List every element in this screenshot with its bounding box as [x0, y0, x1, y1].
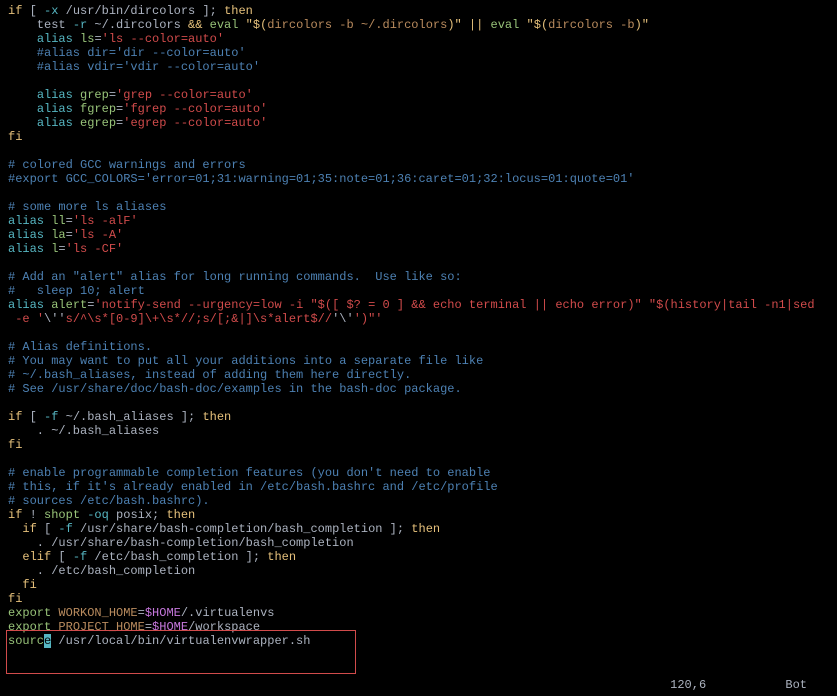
code-line[interactable]: #alias vdir='vdir --color=auto': [8, 60, 829, 74]
code-line[interactable]: # ~/.bash_aliases, instead of adding the…: [8, 368, 829, 382]
code-line[interactable]: if [ -x /usr/bin/dircolors ]; then: [8, 4, 829, 18]
code-line[interactable]: [8, 256, 829, 270]
code-line[interactable]: alias alert='notify-send --urgency=low -…: [8, 298, 829, 312]
code-line[interactable]: alias l='ls -CF': [8, 242, 829, 256]
code-line[interactable]: # this, if it's already enabled in /etc/…: [8, 480, 829, 494]
code-line[interactable]: if [ -f ~/.bash_aliases ]; then: [8, 410, 829, 424]
code-line[interactable]: alias ls='ls --color=auto': [8, 32, 829, 46]
code-line[interactable]: export PROJECT_HOME=$HOME/workspace: [8, 620, 829, 634]
code-line[interactable]: fi: [8, 592, 829, 606]
code-line[interactable]: source /usr/local/bin/virtualenvwrapper.…: [8, 634, 829, 648]
code-line[interactable]: [8, 74, 829, 88]
code-line[interactable]: # You may want to put all your additions…: [8, 354, 829, 368]
code-line[interactable]: alias grep='grep --color=auto': [8, 88, 829, 102]
code-line[interactable]: # sources /etc/bash.bashrc).: [8, 494, 829, 508]
cursor-position: 120,6: [670, 678, 706, 692]
code-line[interactable]: [8, 326, 829, 340]
code-line[interactable]: # some more ls aliases: [8, 200, 829, 214]
code-line[interactable]: alias la='ls -A': [8, 228, 829, 242]
code-line[interactable]: alias egrep='egrep --color=auto': [8, 116, 829, 130]
code-line[interactable]: [8, 452, 829, 466]
code-line[interactable]: fi: [8, 438, 829, 452]
code-line[interactable]: #export GCC_COLORS='error=01;31:warning=…: [8, 172, 829, 186]
code-line[interactable]: # enable programmable completion feature…: [8, 466, 829, 480]
code-line[interactable]: # Alias definitions.: [8, 340, 829, 354]
code-line[interactable]: # Add an "alert" alias for long running …: [8, 270, 829, 284]
code-line[interactable]: test -r ~/.dircolors && eval "$(dircolor…: [8, 18, 829, 32]
editor-viewport[interactable]: if [ -x /usr/bin/dircolors ]; then test …: [0, 0, 837, 652]
scroll-indicator: Bot: [785, 678, 807, 692]
code-line[interactable]: [8, 144, 829, 158]
code-line[interactable]: #alias dir='dir --color=auto': [8, 46, 829, 60]
code-line[interactable]: alias fgrep='fgrep --color=auto': [8, 102, 829, 116]
code-line[interactable]: alias ll='ls -alF': [8, 214, 829, 228]
code-line[interactable]: # colored GCC warnings and errors: [8, 158, 829, 172]
code-line[interactable]: . /usr/share/bash-completion/bash_comple…: [8, 536, 829, 550]
code-line[interactable]: fi: [8, 130, 829, 144]
code-line[interactable]: fi: [8, 578, 829, 592]
code-line[interactable]: . /etc/bash_completion: [8, 564, 829, 578]
code-line[interactable]: elif [ -f /etc/bash_completion ]; then: [8, 550, 829, 564]
code-line[interactable]: [8, 186, 829, 200]
code-line[interactable]: if ! shopt -oq posix; then: [8, 508, 829, 522]
code-line[interactable]: # sleep 10; alert: [8, 284, 829, 298]
code-line[interactable]: -e '\''s/^\s*[0-9]\+\s*//;s/[;&|]\s*aler…: [8, 312, 829, 326]
code-line[interactable]: . ~/.bash_aliases: [8, 424, 829, 438]
code-line[interactable]: if [ -f /usr/share/bash-completion/bash_…: [8, 522, 829, 536]
code-line[interactable]: export WORKON_HOME=$HOME/.virtualenvs: [8, 606, 829, 620]
code-line[interactable]: # See /usr/share/doc/bash-doc/examples i…: [8, 382, 829, 396]
status-bar: 120,6 Bot: [670, 678, 807, 692]
code-line[interactable]: [8, 396, 829, 410]
